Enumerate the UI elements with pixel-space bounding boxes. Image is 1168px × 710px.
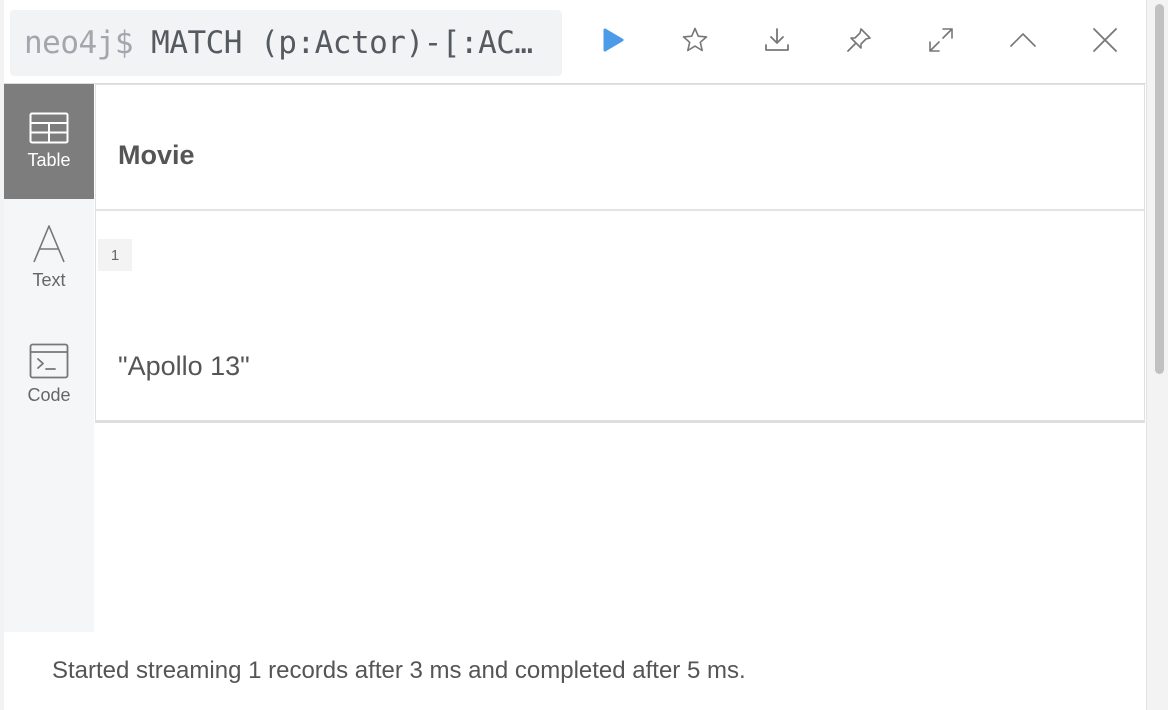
result-table: Movie 1 "Apollo 13" [95, 84, 1145, 423]
favorite-button[interactable] [673, 18, 717, 62]
status-message: Started streaming 1 records after 3 ms a… [52, 657, 746, 684]
close-icon [1093, 28, 1117, 52]
query-text[interactable]: MATCH (p:Actor)-[:AC… [151, 25, 533, 61]
column-header: Movie [96, 85, 1144, 211]
run-button[interactable] [592, 18, 636, 62]
collapse-icon [1010, 33, 1036, 47]
download-button[interactable] [755, 18, 799, 62]
result-frame: neo4j$ MATCH (p:Actor)-[:AC… Table Text … [4, 0, 1147, 710]
code-icon [29, 343, 69, 379]
scroll-thumb[interactable] [1155, 4, 1164, 374]
pin-button[interactable] [837, 18, 881, 62]
pin-icon [847, 28, 871, 52]
sidebar-item-text[interactable]: Text [4, 200, 94, 315]
page-scrollbar[interactable] [1153, 0, 1168, 710]
query-editor[interactable]: neo4j$ MATCH (p:Actor)-[:AC… [10, 10, 562, 76]
table-icon [29, 112, 69, 144]
collapse-button[interactable] [1001, 18, 1045, 62]
download-icon [765, 28, 789, 51]
text-icon [33, 225, 65, 263]
row-index: 1 [98, 239, 132, 271]
sidebar-item-code[interactable]: Code [4, 317, 94, 432]
prompt-label: neo4j$ [24, 25, 133, 61]
view-sidebar: Table Text Code [4, 84, 94, 632]
star-icon [682, 27, 708, 52]
sidebar-item-label: Code [27, 385, 71, 405]
run-icon [603, 28, 624, 52]
expand-icon [929, 28, 953, 52]
sidebar-item-label: Text [32, 270, 66, 290]
frame-titlebar: neo4j$ MATCH (p:Actor)-[:AC… [4, 0, 1146, 84]
fullscreen-button[interactable] [919, 18, 963, 62]
sidebar-item-label: Table [27, 150, 71, 170]
column-header-label: Movie [118, 140, 195, 170]
table-cell[interactable]: "Apollo 13" [118, 351, 250, 382]
close-button[interactable] [1083, 18, 1127, 62]
sidebar-item-table[interactable]: Table [4, 84, 94, 199]
